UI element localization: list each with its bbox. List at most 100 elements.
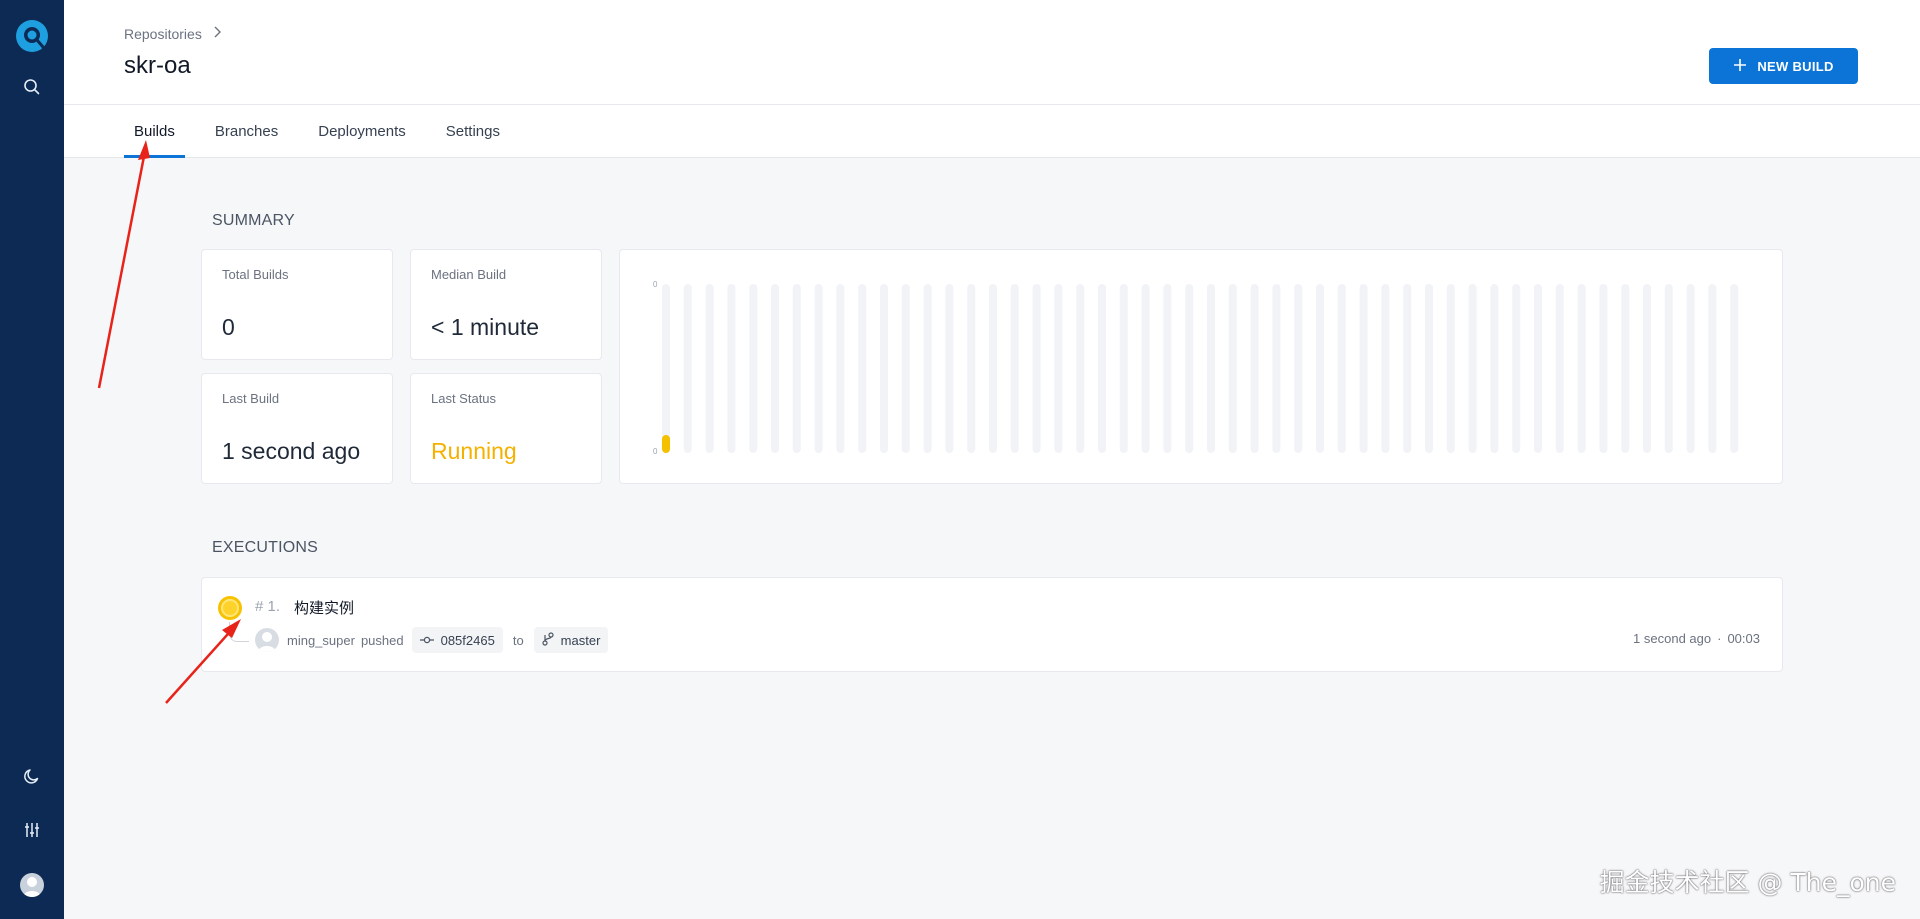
chart-bar-track	[814, 284, 823, 453]
chart-bar-track	[1446, 284, 1455, 453]
chart-bar-track	[792, 284, 801, 453]
chart-bar-track	[727, 284, 736, 453]
chart-bar-track	[1228, 284, 1237, 453]
execution-row[interactable]: # 1. 构建实例 ming_super pushed 085f2465 to …	[201, 577, 1783, 672]
last-build-value: 1 second ago	[222, 438, 361, 464]
chart-bar-track	[1185, 284, 1194, 453]
chart-bar-track	[1730, 284, 1739, 453]
total-builds-label: Total Builds	[222, 267, 289, 282]
new-build-button[interactable]: NEW BUILD	[1709, 48, 1858, 84]
chart-bar-track	[880, 284, 888, 453]
annotation-arrow-line	[97, 145, 148, 389]
execution-title[interactable]: 构建实例	[294, 597, 354, 618]
commit-hash: 085f2465	[440, 632, 495, 648]
chart-bar-track	[989, 284, 997, 453]
median-build-card: Median Build < 1 minute	[410, 249, 602, 360]
chart-bar-track	[1316, 284, 1324, 453]
chevron-right-icon	[212, 25, 222, 43]
chart-bar-track	[1425, 284, 1433, 453]
chart-bar-track	[1141, 284, 1150, 453]
chart-bar-track	[1010, 284, 1019, 453]
chart-bar-track	[836, 284, 845, 453]
page-header: Repositories skr-oa NEW BUILD Builds Bra…	[64, 0, 1920, 158]
settings-sliders-icon[interactable]	[21, 819, 43, 841]
executions-heading: EXECUTIONS	[212, 539, 319, 556]
chart-bar-track	[1381, 284, 1390, 453]
tab-branches[interactable]: Branches	[205, 105, 288, 158]
chart-bar-track	[1555, 284, 1564, 453]
tab-deployments[interactable]: Deployments	[308, 105, 416, 158]
chart-bar-track	[662, 284, 670, 453]
branch-chip[interactable]: master	[533, 627, 609, 653]
execution-time-ago: 1 second ago	[1633, 631, 1712, 646]
chart-bar-track	[1294, 284, 1303, 453]
last-build-card: Last Build 1 second ago	[201, 373, 393, 484]
chart-bar-track	[1708, 284, 1717, 453]
chart-bar-track	[1337, 284, 1346, 453]
tab-bar: Builds Branches Deployments Settings	[124, 105, 530, 158]
search-icon[interactable]	[21, 76, 43, 98]
author-action: pushed	[360, 632, 404, 648]
chart-bar-track	[1163, 284, 1172, 453]
chart-bar-track	[1534, 284, 1542, 453]
chart-bar-track	[901, 284, 910, 453]
chart-bar-track	[771, 284, 779, 453]
execution-duration: 00:03	[1727, 631, 1760, 646]
execution-timing: 1 second ago · 00:03	[1633, 631, 1760, 646]
plus-icon	[1733, 54, 1747, 76]
chart-bar-track	[1664, 284, 1673, 453]
connector-line	[229, 622, 249, 642]
chart-bar-track	[1468, 284, 1477, 453]
tab-settings[interactable]: Settings	[436, 105, 510, 158]
chart-bar-track	[1621, 284, 1630, 453]
new-build-label: NEW BUILD	[1757, 58, 1834, 74]
chart-bar-running[interactable]	[662, 435, 670, 453]
author-avatar-icon	[255, 628, 279, 652]
chart-bar-track	[1207, 284, 1215, 453]
separator-dot: ·	[1717, 631, 1722, 646]
last-status-label: Last Status	[431, 391, 497, 406]
commit-chip[interactable]: 085f2465	[411, 627, 503, 653]
running-status-icon[interactable]	[218, 596, 242, 620]
branch-name: master	[560, 632, 601, 648]
y-tick-bottom: 0	[653, 447, 658, 456]
drone-logo-icon[interactable]	[16, 20, 48, 52]
chart-bar-track	[1643, 284, 1651, 453]
chart-bar-track	[923, 284, 932, 453]
watermark: 掘金技术社区 @ The_one	[1599, 868, 1896, 897]
to-text: to	[512, 632, 524, 648]
page-title: skr-oa	[124, 52, 191, 79]
chart-bar-track	[1032, 284, 1041, 453]
breadcrumb-repositories-link[interactable]: Repositories	[124, 26, 202, 42]
chart-bar-track	[1512, 284, 1521, 453]
chart-bar-track	[1599, 284, 1608, 453]
chart-bar-track	[1272, 284, 1281, 453]
chart-bar-track	[1250, 284, 1259, 453]
chart-bar-track	[1119, 284, 1128, 453]
moon-icon[interactable]	[21, 765, 43, 787]
execution-meta: ming_super pushed 085f2465 to master	[255, 627, 609, 653]
build-history-chart: 0 0	[619, 249, 1783, 484]
chart-bar-track	[1076, 284, 1085, 453]
build-history-chart-svg: 0 0	[653, 280, 1739, 456]
user-avatar-icon[interactable]	[20, 873, 44, 897]
chart-bar-track	[945, 284, 954, 453]
tab-builds[interactable]: Builds	[124, 105, 185, 158]
chart-bar-track	[1490, 284, 1499, 453]
last-build-label: Last Build	[222, 391, 280, 406]
last-status-card: Last Status Running	[410, 373, 602, 484]
sidebar	[0, 0, 64, 919]
total-builds-card: Total Builds 0	[201, 249, 393, 360]
chart-bar-track	[1403, 284, 1412, 453]
chart-bar-track	[1577, 284, 1586, 453]
chart-bar-track	[749, 284, 758, 453]
chart-bar-track	[683, 284, 692, 453]
chart-bar-track	[1686, 284, 1695, 453]
total-builds-value: 0	[222, 314, 235, 340]
commit-icon	[419, 633, 434, 648]
chart-bar-track	[1098, 284, 1106, 453]
median-build-label: Median Build	[431, 267, 507, 282]
summary-heading: SUMMARY	[212, 212, 295, 229]
author-name: ming_super	[287, 632, 355, 648]
breadcrumb: Repositories	[124, 25, 222, 43]
